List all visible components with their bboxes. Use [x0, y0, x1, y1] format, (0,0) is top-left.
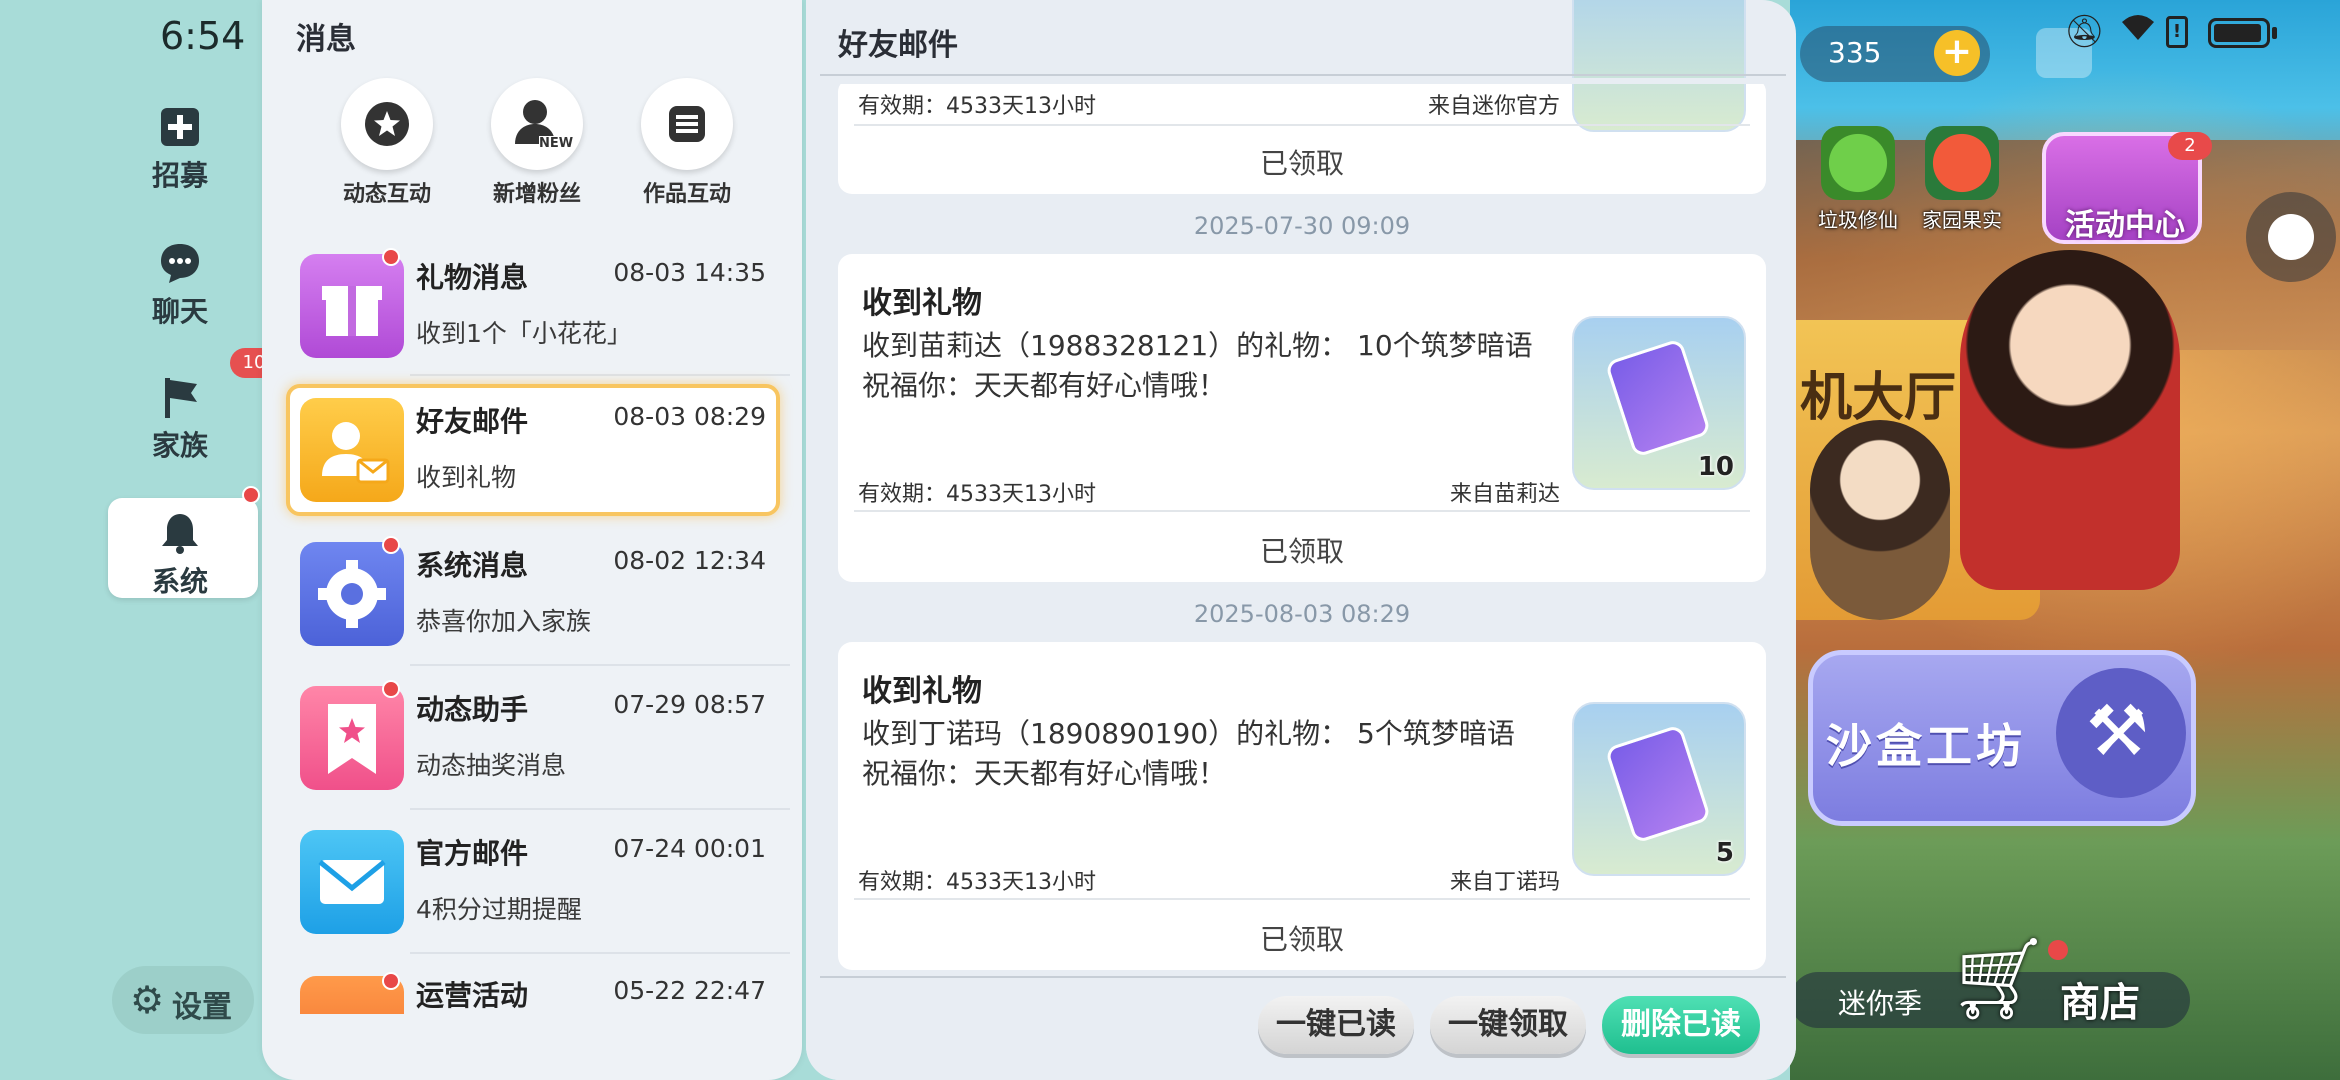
chat-icon [157, 240, 203, 286]
detail-title: 好友邮件 [838, 28, 958, 63]
friend-mail-icon [300, 398, 404, 502]
game-icon-trash-cultivation[interactable]: 垃圾修仙 [1798, 126, 1918, 233]
claimed-status: 已领取 [1259, 147, 1344, 180]
mail-date: 2025-08-03 08:29 [1193, 600, 1411, 628]
alert-icon: ! [2166, 16, 2188, 48]
message-item-operations[interactable]: 运营活动 05-22 22:47 [286, 960, 780, 1014]
gear-icon [300, 542, 404, 646]
unread-dot [382, 536, 400, 554]
character-small [1810, 420, 1950, 620]
delete-read-button[interactable]: 删除已读 [1602, 996, 1760, 1054]
mail-card: 收到礼物 收到丁诺玛（1890890190）的礼物： 5个筑梦暗语 祝福你：天天… [838, 642, 1766, 970]
message-item-official-mail[interactable]: 官方邮件 07-24 00:01 4积分过期提醒 [286, 816, 780, 948]
bookmark-star-icon [300, 686, 404, 790]
mail-card-body: 收到丁诺玛（1890890190）的礼物： 5个筑梦暗语 祝福你：天天都有好心情… [862, 717, 1515, 790]
gift-item-icon[interactable]: 5 [1572, 702, 1746, 876]
star-icon [341, 78, 433, 170]
new-fans-icon: NEW [491, 78, 583, 170]
flag-icon [157, 374, 203, 420]
lobby-sign-text: 机大厅 [1800, 368, 1957, 428]
battery-icon [2208, 18, 2270, 48]
dream-whisper-item-icon [1604, 338, 1712, 458]
character-main [1960, 250, 2180, 590]
add-coins-button[interactable]: + [1934, 30, 1980, 76]
message-item-system[interactable]: 系统消息 08-02 12:34 恭喜你加入家族 [286, 528, 780, 660]
gift-item-icon[interactable] [1572, 0, 1746, 132]
envelope-icon [300, 830, 404, 934]
quick-action-works[interactable]: 作品互动 [622, 78, 752, 208]
recruit-icon [157, 104, 203, 150]
game-icon-home-fruit[interactable]: 家园果实 [1902, 126, 2022, 233]
hammer-icon: ⚒︎ [2086, 690, 2149, 772]
mute-icon: 🔕︎ [2064, 12, 2105, 50]
coin-count: 335 [1828, 36, 1882, 69]
mail-card-title: 收到礼物 [862, 286, 982, 321]
message-item-dynamic-assistant[interactable]: 动态助手 07-29 08:57 动态抽奖消息 [286, 672, 780, 804]
sidebar-item-chat[interactable]: 聊天 [110, 240, 250, 330]
list-icon [641, 78, 733, 170]
sandbox-workshop-label: 沙盒工坊 [1826, 719, 2026, 773]
floating-assistant-button[interactable] [2246, 192, 2336, 282]
quick-action-new-fans[interactable]: NEW 新增粉丝 [472, 78, 602, 208]
claimed-status: 已领取 [1259, 923, 1344, 956]
gear-icon: ⚙︎ [130, 978, 165, 1022]
sidebar-item-family[interactable]: 家族 [110, 374, 250, 464]
mail-card-title: 收到礼物 [862, 674, 982, 709]
claimed-status: 已领取 [1259, 535, 1344, 568]
sidebar-item-system[interactable]: 系统 [110, 510, 250, 600]
cart-icon[interactable]: 🛒︎ [1948, 932, 2050, 1026]
shop-label[interactable]: 商店 [2060, 970, 2140, 1028]
claim-all-button[interactable]: 一键领取 [1430, 996, 1586, 1054]
gift-icon [300, 254, 404, 358]
list-clip: 运营活动 05-22 22:47 [262, 960, 802, 1014]
unread-dot [382, 248, 400, 266]
mail-card-body: 收到苗莉达（1988328121）的礼物： 10个筑梦暗语 祝福你：天天都有好心… [862, 329, 1533, 402]
message-item-friend-mail[interactable]: 好友邮件 08-03 08:29 收到礼物 [286, 384, 780, 516]
shop-notification-dot [2048, 940, 2068, 960]
mail-date: 2025-07-30 09:09 [1193, 212, 1411, 240]
gift-item-icon[interactable]: 10 [1572, 316, 1746, 490]
dream-whisper-item-icon [1604, 724, 1712, 844]
mail-card: 收到礼物 收到苗莉达（1988328121）的礼物： 10个筑梦暗语 祝福你：天… [838, 254, 1766, 582]
status-time: 6:54 [160, 14, 246, 58]
season-label[interactable]: 迷你季 [1838, 982, 1922, 1022]
message-item-gift[interactable]: 礼物消息 08-03 14:35 收到1个「小花花」 [286, 240, 780, 372]
activity-center-label: 活动中心 [2065, 208, 2185, 243]
settings-label[interactable]: 设置 [172, 982, 232, 1026]
mark-all-read-button[interactable]: 一键已读 [1258, 996, 1414, 1054]
panel-title: 消息 [296, 22, 356, 57]
unread-dot [382, 972, 400, 990]
bell-icon [157, 510, 203, 556]
quick-action-activity[interactable]: 动态互动 [322, 78, 452, 208]
unread-dot [382, 680, 400, 698]
activity-badge: 2 [2168, 132, 2212, 160]
sidebar-item-recruit[interactable]: 招募 [110, 104, 250, 194]
wifi-icon [2118, 10, 2158, 53]
system-notification-dot [242, 486, 260, 504]
mail-card: 有效期：4533天13小时 来自迷你官方 已领取 [838, 0, 1766, 194]
